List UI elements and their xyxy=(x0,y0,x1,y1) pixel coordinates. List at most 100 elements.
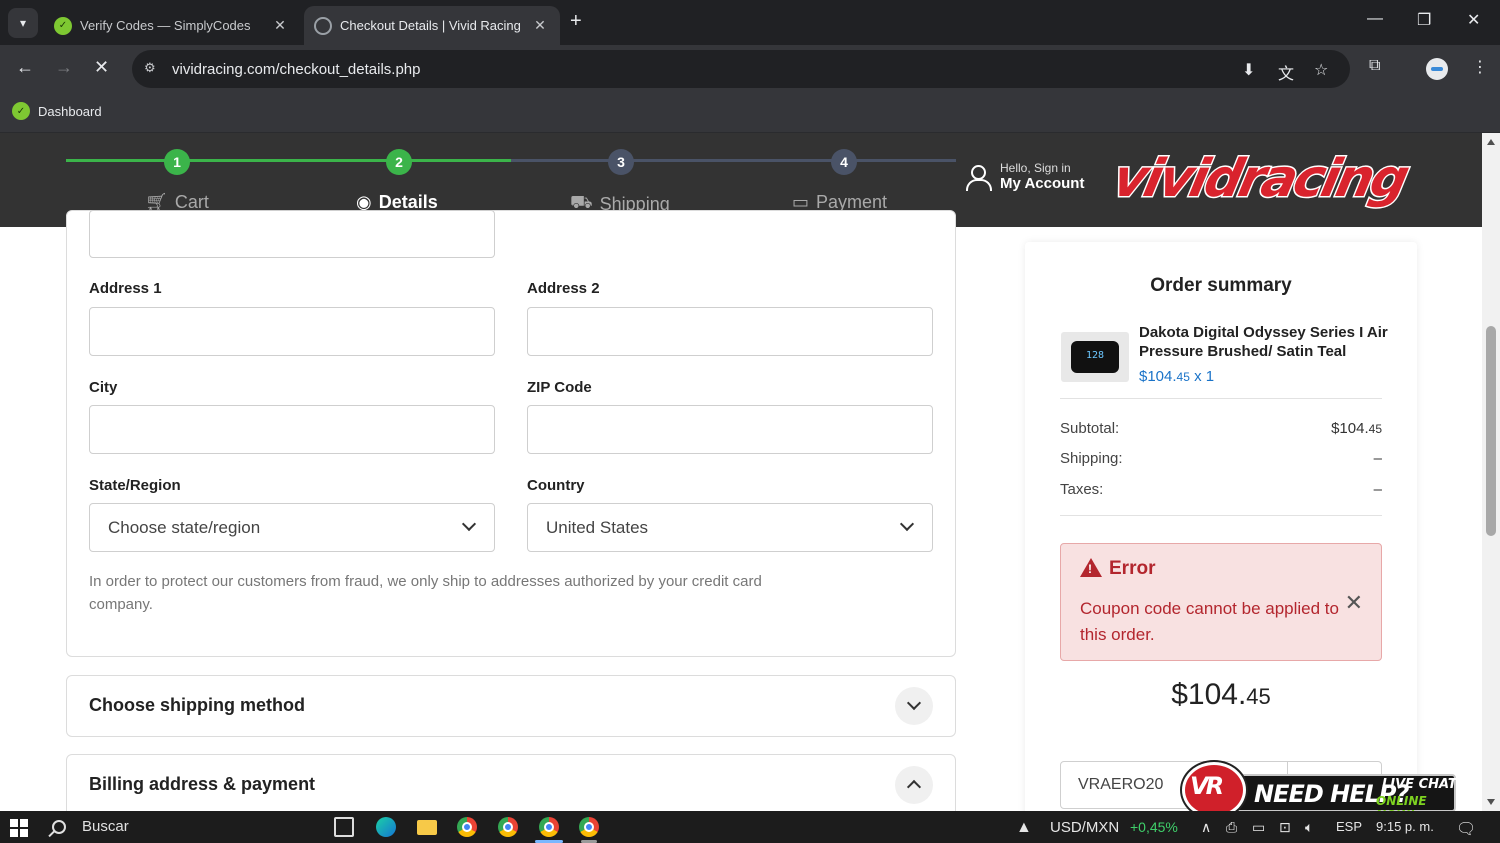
subtotal-value: $104.45 xyxy=(1331,420,1382,437)
address1-input[interactable] xyxy=(89,307,495,356)
coupon-code-value: VRAERO20 xyxy=(1078,776,1164,793)
product-thumbnail[interactable] xyxy=(1061,332,1129,382)
bookmark-dashboard[interactable]: ✓ Dashboard xyxy=(12,102,102,120)
windows-start-icon[interactable] xyxy=(10,819,28,837)
device-icon[interactable]: ⎙ xyxy=(1226,819,1237,836)
product-name[interactable]: Dakota Digital Odyssey Series I Air Pres… xyxy=(1139,323,1389,361)
state-label: State/Region xyxy=(89,477,181,494)
notifications-icon[interactable]: 🗨︎ xyxy=(1456,819,1476,839)
scrollbar-thumb[interactable] xyxy=(1486,326,1496,536)
language-indicator[interactable]: ESP xyxy=(1336,819,1362,834)
taskbar-search[interactable]: Buscar xyxy=(52,818,129,835)
url-text[interactable]: vividracing.com/checkout_details.php xyxy=(172,61,420,78)
product-quantity: x 1 xyxy=(1194,368,1215,385)
close-icon[interactable]: ✕ xyxy=(270,17,290,34)
shipping-value: – xyxy=(1373,450,1382,467)
bookmark-label: Dashboard xyxy=(38,103,102,119)
state-select-value: Choose state/region xyxy=(108,517,261,537)
page-scrollbar[interactable] xyxy=(1482,133,1500,811)
previous-text-input[interactable] xyxy=(89,210,495,258)
city-input[interactable] xyxy=(89,405,495,454)
browser-tab-active[interactable]: Checkout Details | Vivid Racing ✕ xyxy=(304,6,560,45)
browser-toolbar: ← → ✕ ⚙ vividracing.com/checkout_details… xyxy=(0,45,1500,93)
step-4-dot: 4 xyxy=(831,149,857,175)
city-label: City xyxy=(89,379,118,396)
collapse-button[interactable] xyxy=(895,766,933,804)
taxes-row: Taxes: – xyxy=(1060,481,1382,498)
order-total: $104.45 xyxy=(1025,678,1417,712)
live-chat-widget[interactable]: VR NEED HELP? LIVE CHAT ONLINE NOW! xyxy=(1182,760,1458,822)
new-tab-icon[interactable]: + xyxy=(570,10,582,33)
volume-icon[interactable]: 🔈︎ xyxy=(1305,819,1313,836)
bookmarks-bar: ✓ Dashboard xyxy=(0,93,1500,133)
battery-icon[interactable]: ▭ xyxy=(1252,819,1265,836)
browser-tab[interactable]: ✓ Verify Codes — SimplyCodes ✕ xyxy=(44,6,300,45)
close-icon[interactable]: ✕ xyxy=(530,17,550,34)
country-select-value: United States xyxy=(546,517,649,537)
shipping-label: Shipping: xyxy=(1060,450,1123,467)
step-2-dot: 2 xyxy=(386,149,412,175)
stop-loading-icon[interactable]: ✕ xyxy=(94,57,109,78)
scroll-up-icon[interactable] xyxy=(1487,139,1495,145)
chrome-profile-icon[interactable] xyxy=(498,817,518,837)
chrome-profile-icon[interactable] xyxy=(539,817,559,837)
divider xyxy=(1060,515,1382,516)
chrome-profile-icon[interactable] xyxy=(579,817,599,837)
network-icon[interactable]: ⊡ xyxy=(1279,819,1291,836)
summary-title: Order summary xyxy=(1150,275,1292,296)
state-select[interactable]: Choose state/region xyxy=(89,503,495,552)
restore-icon[interactable]: ❐ xyxy=(1417,10,1431,30)
shipping-row: Shipping: – xyxy=(1060,450,1382,467)
stock-widget-icon[interactable]: ▲ xyxy=(1016,819,1032,837)
subtotal-label: Subtotal: xyxy=(1060,420,1120,437)
scroll-down-icon[interactable] xyxy=(1487,799,1495,805)
ticker-label[interactable]: USD/MXN xyxy=(1050,819,1119,836)
ticker-change: +0,45% xyxy=(1130,819,1178,835)
zip-input[interactable] xyxy=(527,405,933,454)
chevron-down-icon: ▾ xyxy=(19,16,27,30)
gauge-image xyxy=(1071,341,1119,373)
price-main: $104. xyxy=(1139,368,1177,385)
chrome-icon[interactable] xyxy=(457,817,477,837)
clock[interactable]: 9:15 p. m. xyxy=(1376,819,1434,834)
account-link[interactable]: Hello, Sign in My Account xyxy=(964,161,1084,192)
price-cents: 45 xyxy=(1176,370,1190,384)
vividracing-logo[interactable]: vividracing xyxy=(1106,147,1421,211)
close-icon[interactable]: ✕ xyxy=(1345,590,1363,616)
error-title: Error xyxy=(1109,558,1156,579)
expand-button[interactable] xyxy=(895,687,933,725)
account-label: My Account xyxy=(1000,175,1085,192)
subtotal-cents: 45 xyxy=(1368,422,1382,436)
back-icon[interactable]: ← xyxy=(16,57,34,78)
shipping-method-section[interactable]: Choose shipping method xyxy=(66,675,956,737)
chevron-down-icon xyxy=(461,516,477,532)
extensions-icon[interactable]: ⧉ xyxy=(1369,57,1380,75)
country-select[interactable]: United States xyxy=(527,503,933,552)
simplycodes-favicon-icon: ✓ xyxy=(54,16,72,35)
simplycodes-favicon-icon: ✓ xyxy=(12,102,30,120)
address2-input[interactable] xyxy=(527,307,933,356)
total-main: $104. xyxy=(1171,678,1247,711)
profile-avatar[interactable] xyxy=(1426,58,1448,80)
tab-search-button[interactable]: ▾ xyxy=(8,8,38,38)
bookmark-star-icon[interactable]: ☆ xyxy=(1314,60,1328,80)
site-settings-icon[interactable]: ⚙ xyxy=(144,60,156,76)
chevron-up-icon[interactable]: ∧ xyxy=(1201,819,1211,836)
progress-complete xyxy=(66,159,511,162)
translate-icon[interactable]: 文 xyxy=(1278,60,1294,84)
install-app-icon[interactable]: ⬇ xyxy=(1242,60,1255,80)
address-bar[interactable]: ⚙ vividracing.com/checkout_details.php ⬇… xyxy=(132,50,1350,88)
menu-kebab-icon[interactable]: ⋮ xyxy=(1472,57,1488,77)
browser-tab-bar: ▾ ✓ Verify Codes — SimplyCodes ✕ Checkou… xyxy=(0,0,1500,45)
file-explorer-icon[interactable] xyxy=(417,820,437,835)
edge-icon[interactable] xyxy=(376,817,396,837)
minimize-icon[interactable]: — xyxy=(1367,10,1383,28)
step-1-dot: 1 xyxy=(164,149,190,175)
task-view-icon[interactable] xyxy=(334,817,354,837)
taxes-label: Taxes: xyxy=(1060,481,1104,498)
chevron-down-icon xyxy=(899,516,915,532)
step-3-dot: 3 xyxy=(608,149,634,175)
order-summary: Order summary Dakota Digital Odyssey Ser… xyxy=(1025,242,1417,822)
close-window-icon[interactable]: ✕ xyxy=(1467,10,1480,30)
forward-icon[interactable]: → xyxy=(55,57,73,78)
